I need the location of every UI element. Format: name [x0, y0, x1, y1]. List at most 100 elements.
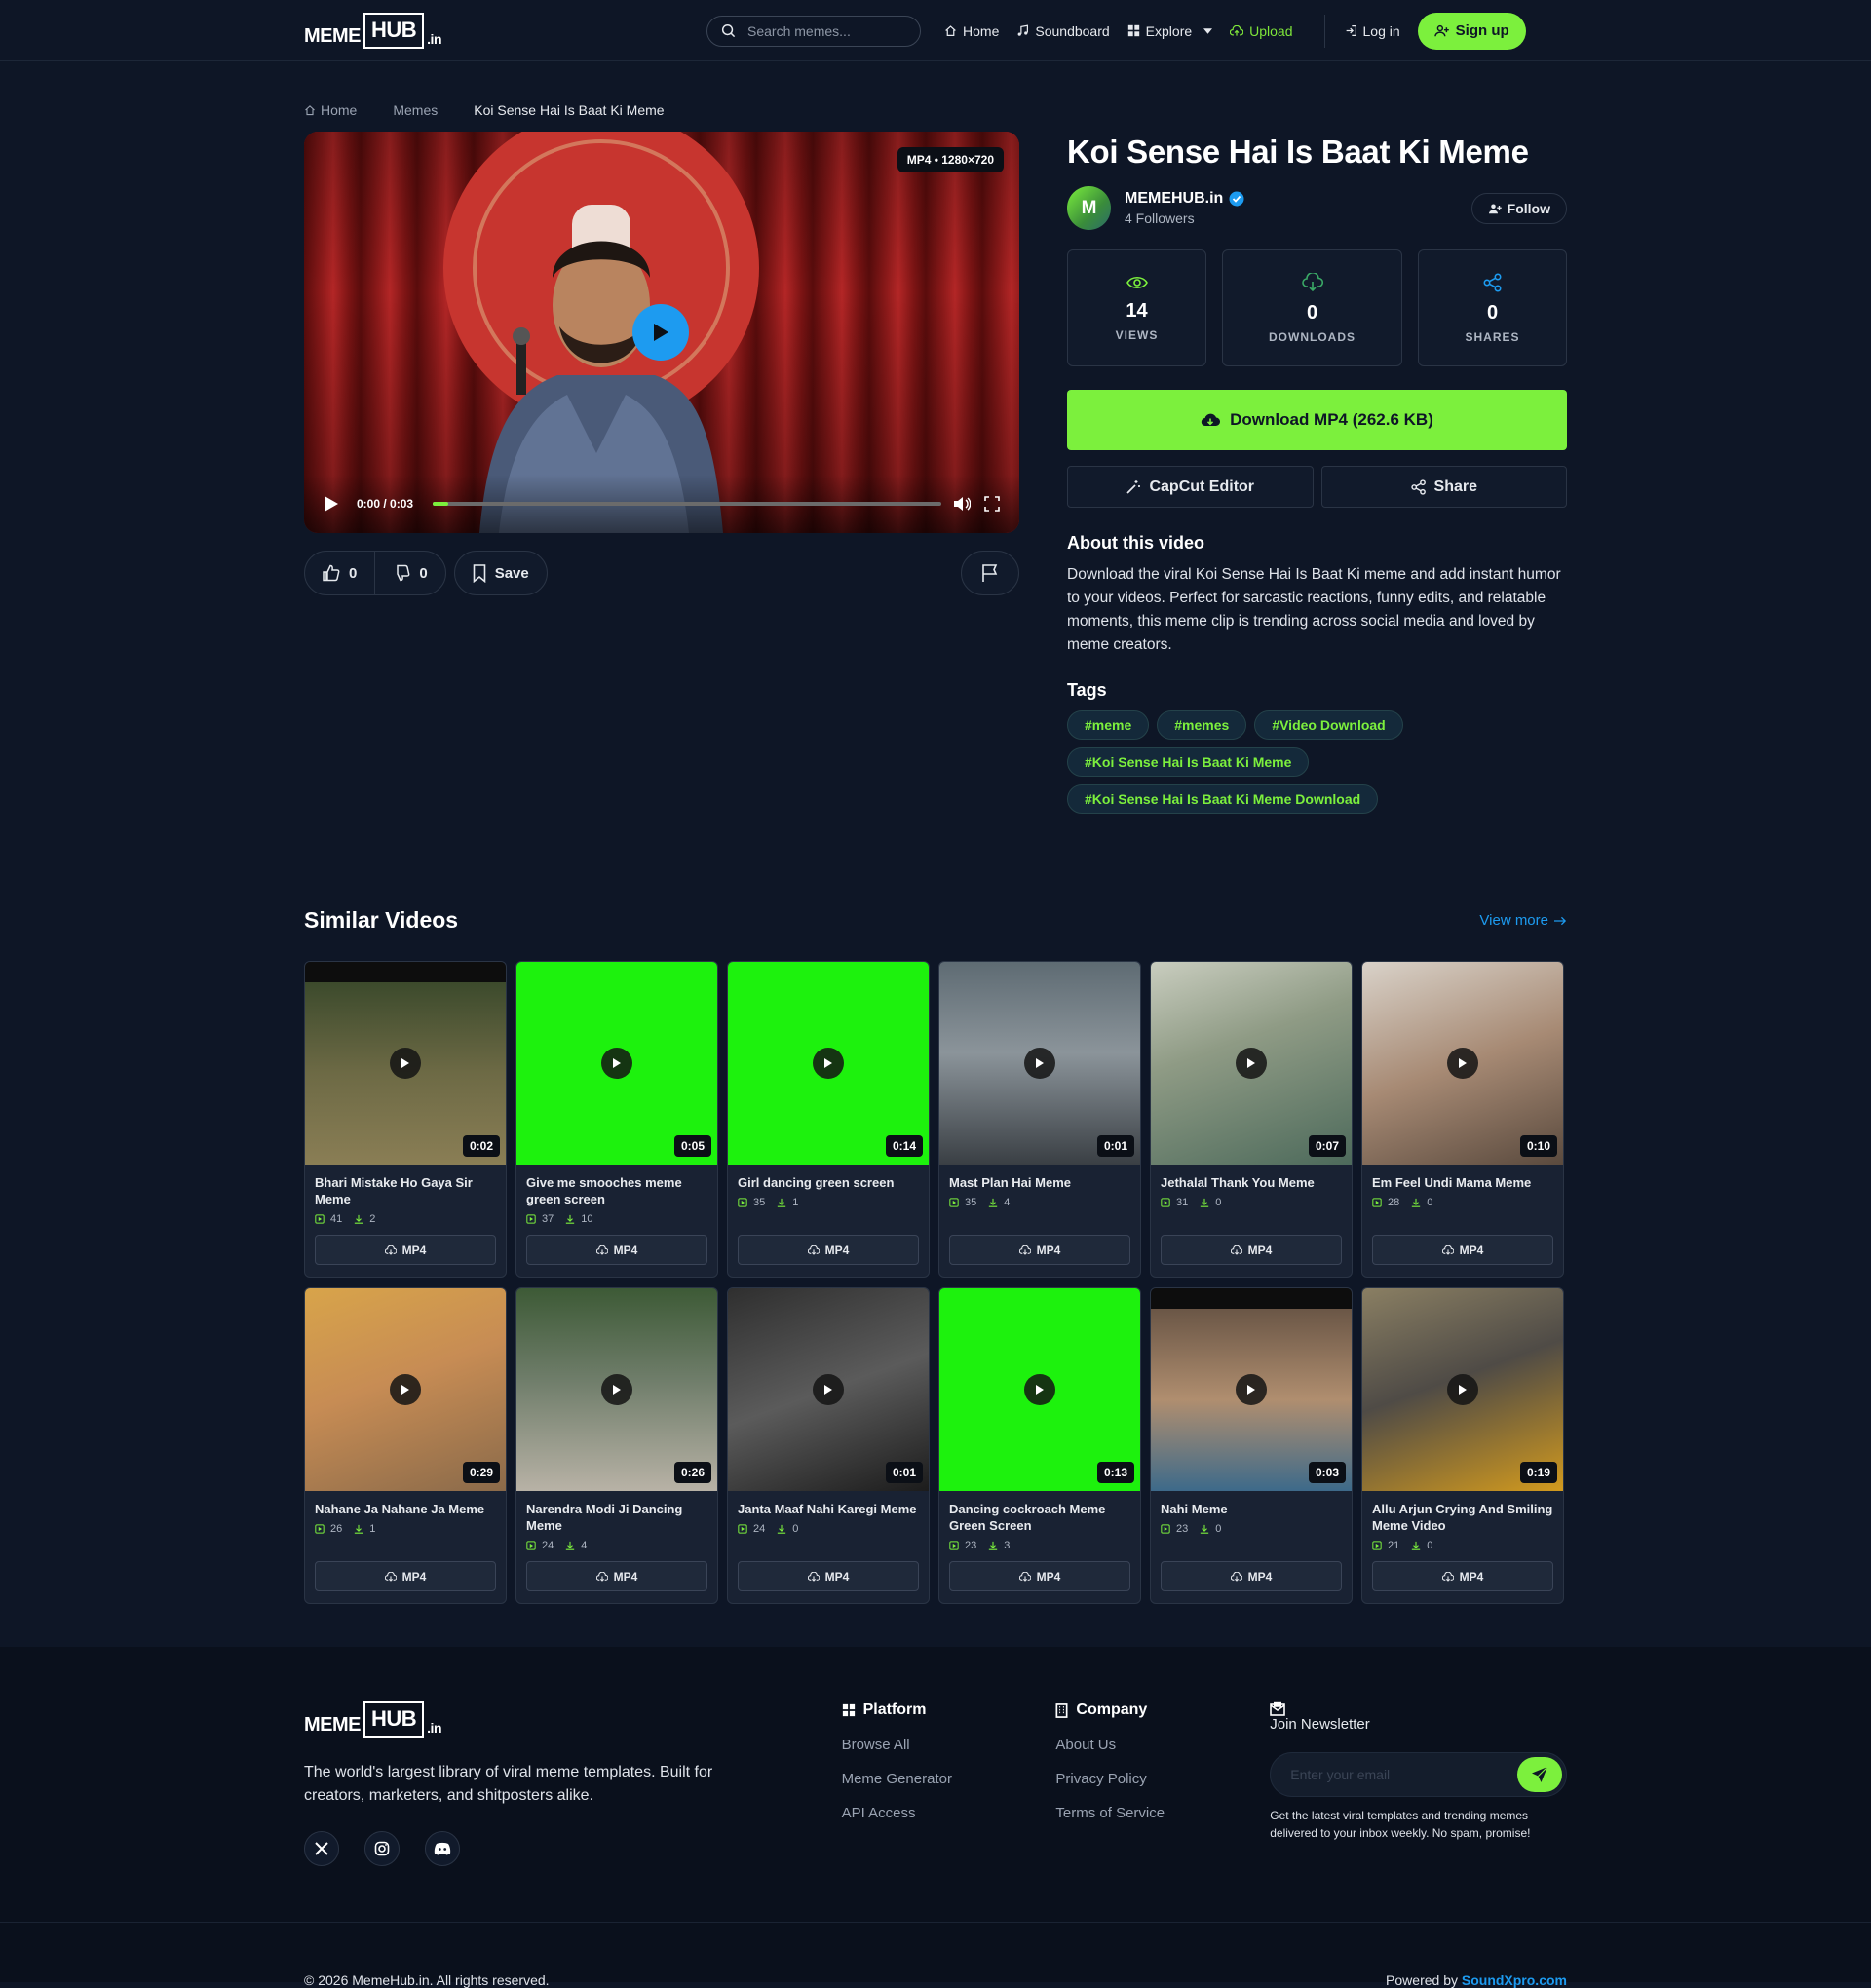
video-thumbnail[interactable]: 0:19	[1362, 1288, 1563, 1491]
share-button[interactable]: Share	[1320, 466, 1567, 508]
play-icon[interactable]	[390, 1374, 421, 1405]
video-card[interactable]: 0:14 Girl dancing green screen 35 1 MP4	[727, 961, 930, 1278]
video-thumbnail[interactable]: 0:29	[305, 1288, 506, 1491]
report-button[interactable]	[961, 551, 1019, 595]
play-icon[interactable]	[1236, 1048, 1267, 1079]
card-download-button[interactable]: MP4	[315, 1235, 496, 1265]
powered-link[interactable]: SoundXpro.com	[1462, 1972, 1567, 1988]
video-thumbnail[interactable]: 0:03	[1151, 1288, 1352, 1491]
video-thumbnail[interactable]: 0:01	[728, 1288, 929, 1491]
video-card[interactable]: 0:02 Bhari Mistake Ho Gaya Sir Meme 41 2 MP4	[304, 961, 507, 1278]
play-overlay-button[interactable]	[632, 304, 689, 361]
video-thumbnail[interactable]: 0:13	[939, 1288, 1140, 1491]
progress-bar[interactable]	[433, 502, 941, 506]
footer-link-privacy[interactable]: Privacy Policy	[1055, 1771, 1270, 1787]
signup-button[interactable]: Sign up	[1417, 12, 1526, 50]
newsletter-submit-button[interactable]	[1517, 1757, 1562, 1792]
video-card[interactable]: 0:10 Em Feel Undi Mama Meme 28 0 MP4	[1361, 961, 1564, 1278]
video-player[interactable]: MP4 • 1280×720 0:00 / 0:03	[304, 132, 1019, 533]
video-thumbnail[interactable]: 0:02	[305, 962, 506, 1165]
card-download-button[interactable]: MP4	[315, 1561, 496, 1591]
tag-chip[interactable]: #Koi Sense Hai Is Baat Ki Meme	[1067, 747, 1310, 777]
tag-chip[interactable]: #Video Download	[1254, 710, 1403, 740]
video-card-title[interactable]: Janta Maaf Nahi Karegi Meme	[738, 1501, 919, 1517]
footer-link-generator[interactable]: Meme Generator	[842, 1771, 1056, 1787]
nav-home[interactable]: Home	[944, 23, 999, 39]
card-download-button[interactable]: MP4	[738, 1235, 919, 1265]
video-card-title[interactable]: Give me smooches meme green screen	[526, 1174, 707, 1207]
capcut-editor-button[interactable]: CapCut Editor	[1067, 466, 1314, 508]
footer-link-browse[interactable]: Browse All	[842, 1737, 1056, 1753]
x-twitter-icon[interactable]	[304, 1831, 339, 1866]
dislike-button[interactable]: 0	[374, 552, 444, 594]
card-download-button[interactable]: MP4	[1161, 1561, 1342, 1591]
follow-button[interactable]: Follow	[1470, 192, 1567, 224]
video-card[interactable]: 0:26 Narendra Modi Ji Dancing Meme 24 4 MP4	[515, 1287, 718, 1604]
video-card-title[interactable]: Bhari Mistake Ho Gaya Sir Meme	[315, 1174, 496, 1207]
video-card-title[interactable]: Girl dancing green screen	[738, 1174, 919, 1191]
video-card[interactable]: 0:05 Give me smooches meme green screen 37…	[515, 961, 718, 1278]
video-card[interactable]: 0:29 Nahane Ja Nahane Ja Meme 26 1 MP4	[304, 1287, 507, 1604]
video-card[interactable]: 0:19 Allu Arjun Crying And Smiling Meme V…	[1361, 1287, 1564, 1604]
nav-upload[interactable]: Upload	[1230, 23, 1293, 39]
card-download-button[interactable]: MP4	[526, 1235, 707, 1265]
card-download-button[interactable]: MP4	[738, 1561, 919, 1591]
card-download-button[interactable]: MP4	[1372, 1235, 1553, 1265]
tag-chip[interactable]: #Koi Sense Hai Is Baat Ki Meme Download	[1067, 784, 1379, 814]
discord-icon[interactable]	[425, 1831, 460, 1866]
card-download-button[interactable]: MP4	[1372, 1561, 1553, 1591]
newsletter-email-input[interactable]: Enter your email	[1270, 1752, 1567, 1797]
save-button[interactable]: Save	[453, 551, 548, 595]
card-download-button[interactable]: MP4	[949, 1561, 1130, 1591]
video-card-title[interactable]: Em Feel Undi Mama Meme	[1372, 1174, 1553, 1191]
login-button[interactable]: Log in	[1345, 23, 1400, 39]
play-icon[interactable]	[1236, 1374, 1267, 1405]
video-card-title[interactable]: Dancing cockroach Meme Green Screen	[949, 1501, 1130, 1534]
author-name[interactable]: MEMEHUB.in	[1125, 190, 1223, 208]
play-icon[interactable]	[1024, 1374, 1055, 1405]
tag-chip[interactable]: #meme	[1067, 710, 1150, 740]
footer-logo[interactable]: MEME HUB .in	[304, 1701, 842, 1738]
instagram-icon[interactable]	[364, 1831, 400, 1866]
volume-icon[interactable]	[953, 496, 971, 512]
video-thumbnail[interactable]: 0:05	[516, 962, 717, 1165]
footer-link-api[interactable]: API Access	[842, 1805, 1056, 1821]
video-card-title[interactable]: Narendra Modi Ji Dancing Meme	[526, 1501, 707, 1534]
video-thumbnail[interactable]: 0:14	[728, 962, 929, 1165]
video-card-title[interactable]: Nahi Meme	[1161, 1501, 1342, 1517]
play-icon[interactable]	[813, 1048, 844, 1079]
breadcrumb-home[interactable]: Home	[304, 102, 357, 118]
download-mp4-button[interactable]: Download MP4 (262.6 KB)	[1067, 390, 1567, 450]
play-icon[interactable]	[601, 1374, 632, 1405]
card-download-button[interactable]: MP4	[949, 1235, 1130, 1265]
tag-chip[interactable]: #memes	[1157, 710, 1247, 740]
video-card-title[interactable]: Mast Plan Hai Meme	[949, 1174, 1130, 1191]
video-card[interactable]: 0:13 Dancing cockroach Meme Green Screen 2…	[938, 1287, 1141, 1604]
video-card[interactable]: 0:01 Janta Maaf Nahi Karegi Meme 24 0 MP4	[727, 1287, 930, 1604]
play-icon[interactable]	[390, 1048, 421, 1079]
video-thumbnail[interactable]: 0:26	[516, 1288, 717, 1491]
play-icon[interactable]	[1447, 1048, 1478, 1079]
video-card-title[interactable]: Allu Arjun Crying And Smiling Meme Video	[1372, 1501, 1553, 1534]
footer-link-about[interactable]: About Us	[1055, 1737, 1270, 1753]
video-card-title[interactable]: Nahane Ja Nahane Ja Meme	[315, 1501, 496, 1517]
avatar[interactable]: M	[1067, 186, 1111, 230]
video-thumbnail[interactable]: 0:07	[1151, 962, 1352, 1165]
nav-soundboard[interactable]: Soundboard	[1016, 23, 1110, 39]
video-card[interactable]: 0:07 Jethalal Thank You Meme 31 0 MP4	[1150, 961, 1353, 1278]
play-button[interactable]	[324, 495, 339, 513]
card-download-button[interactable]: MP4	[526, 1561, 707, 1591]
fullscreen-icon[interactable]	[984, 496, 1000, 512]
video-card-title[interactable]: Jethalal Thank You Meme	[1161, 1174, 1342, 1191]
card-download-button[interactable]: MP4	[1161, 1235, 1342, 1265]
site-logo[interactable]: MEME HUB .in	[304, 13, 442, 49]
play-icon[interactable]	[813, 1374, 844, 1405]
video-thumbnail[interactable]: 0:10	[1362, 962, 1563, 1165]
footer-link-terms[interactable]: Terms of Service	[1055, 1805, 1270, 1821]
video-card[interactable]: 0:03 Nahi Meme 23 0 MP4	[1150, 1287, 1353, 1604]
video-thumbnail[interactable]: 0:01	[939, 962, 1140, 1165]
view-more-link[interactable]: View more	[1479, 912, 1567, 929]
like-button[interactable]: 0	[305, 552, 374, 594]
play-icon[interactable]	[1447, 1374, 1478, 1405]
search-input[interactable]: Search memes...	[706, 15, 922, 47]
